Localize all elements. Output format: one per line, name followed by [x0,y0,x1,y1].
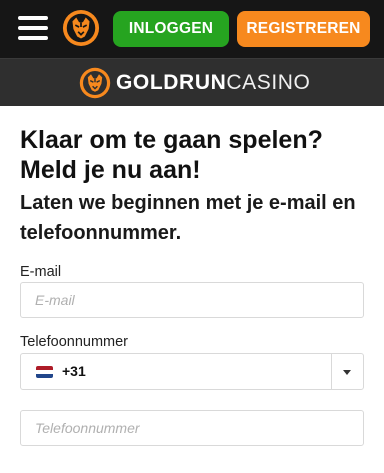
email-input[interactable] [20,282,364,318]
email-label: E-mail [20,264,62,280]
select-divider [331,354,332,389]
register-button[interactable]: REGISTREREN [237,11,370,47]
brand-name-bold: GOLDRUN [116,71,227,94]
brand-bar: GOLDRUNCASINO [0,58,384,106]
phone-label: Telefoonnummer [20,334,128,350]
dial-code: +31 [62,363,86,379]
page-subtitle: Laten we beginnen met je e-mail en telef… [20,192,356,244]
brand-name-light: CASINO [226,71,311,94]
chevron-down-icon[interactable] [343,370,351,375]
country-code-select[interactable]: +31 [20,353,364,390]
tiger-logo-icon [79,67,111,99]
page-title: Klaar om te gaan spelen? Meld je nu aan! [20,126,323,184]
hamburger-menu-icon[interactable] [18,14,48,42]
login-button[interactable]: INLOGGEN [113,11,229,47]
top-navigation-bar: INLOGGEN REGISTREREN [0,0,384,58]
brand-name: GOLDRUNCASINO [116,70,310,96]
phone-input[interactable] [20,410,364,446]
tiger-logo-icon[interactable] [62,9,100,47]
netherlands-flag-icon [36,366,53,378]
